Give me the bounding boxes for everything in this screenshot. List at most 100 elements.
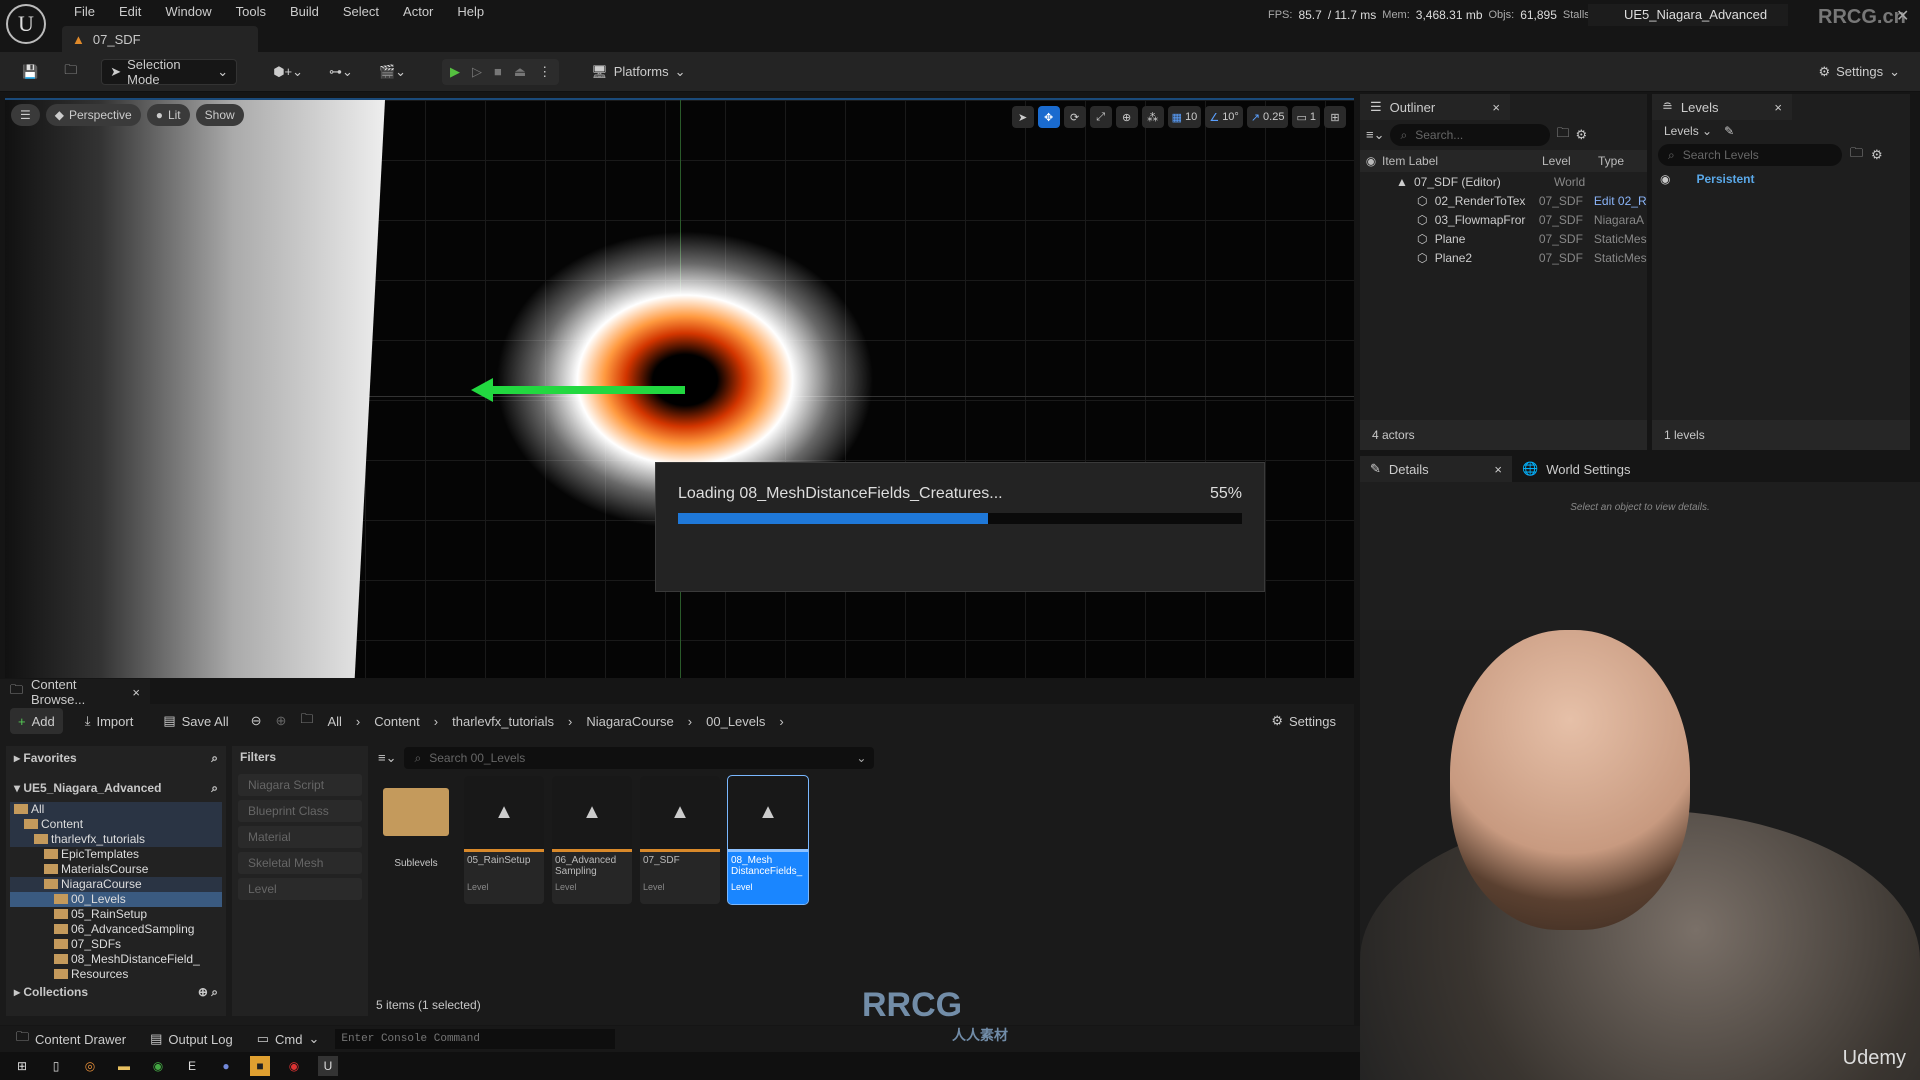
cinematics-button[interactable]: 🎬⌄ [371,59,414,85]
menu-edit[interactable]: Edit [107,2,153,22]
folder-tree-item[interactable]: 07_SDFs [10,937,222,952]
outliner-search-input[interactable]: ⌕ Search... [1390,124,1551,146]
viewport-menu-icon[interactable]: ☰ [11,104,40,126]
forward-icon[interactable]: ⊕ [276,713,287,729]
project-header[interactable]: ▾ UE5_Niagara_Advanced ⌕ [6,776,226,800]
close-icon[interactable]: × [1494,462,1502,477]
sticky-notes-icon[interactable]: ■ [250,1056,270,1076]
menu-tools[interactable]: Tools [224,2,278,22]
breadcrumb-00-levels[interactable]: 00_Levels [706,714,765,729]
rotation-snap-button[interactable]: ∠ 10° [1205,106,1243,128]
folder-tree-item[interactable]: All [10,802,222,817]
rotate-icon[interactable]: ⟳ [1063,106,1086,128]
menu-window[interactable]: Window [153,2,223,22]
select-icon[interactable]: ➤ [1011,106,1034,128]
step-icon[interactable]: ▷ [472,64,482,80]
outliner-row[interactable]: ▲ 07_SDF (Editor) World [1360,172,1647,191]
folder-tree-item[interactable]: Resources [10,967,222,980]
platforms-button[interactable]: 🖥 Platforms ⌄ [583,59,693,85]
close-icon[interactable]: × [132,685,140,700]
browse-icon[interactable]: 🗀 [56,59,85,85]
breadcrumb-content[interactable]: Content [374,714,420,729]
filter-icon[interactable]: ≡⌄ [1366,127,1384,143]
menu-select[interactable]: Select [331,2,391,22]
show-button[interactable]: Show [195,104,244,126]
task-view-icon[interactable]: ▯ [46,1056,66,1076]
close-icon[interactable]: × [1492,100,1500,115]
file-explorer-icon[interactable]: ▬ [114,1056,134,1076]
tab-world-settings[interactable]: 🌐 World Settings [1512,456,1641,482]
folder-tree-item[interactable]: 06_AdvancedSampling [10,922,222,937]
add-collection-icon[interactable]: ⊕ [198,985,208,999]
collections-header[interactable]: ▸ Collections ⊕ ⌕ [6,980,226,1004]
content-drawer-button[interactable]: 🗀 Content Drawer [8,1026,134,1052]
settings-button[interactable]: ⚙ Settings ⌄ [1810,59,1908,85]
chrome-icon[interactable]: ◉ [148,1056,168,1076]
console-input[interactable] [335,1029,616,1049]
camera-speed-button[interactable]: ▭ 1 [1292,106,1320,128]
more-icon[interactable]: ⋮ [538,64,551,80]
windows-start-icon[interactable]: ⊞ [12,1056,32,1076]
gear-icon[interactable]: ⚙ [1576,127,1588,143]
asset-tile[interactable]: ▲ 08_Mesh DistanceFields_ Level [727,775,809,905]
breadcrumb-all[interactable]: All [327,714,341,729]
output-log-button[interactable]: ▤ Output Log [142,1026,241,1052]
folder-tree-item[interactable]: 00_Levels [10,892,222,907]
epic-games-icon[interactable]: E [182,1056,202,1076]
add-folder-icon[interactable]: 🗀 [1556,124,1569,146]
filter-icon[interactable]: ≡⌄ [378,750,396,766]
lit-button[interactable]: ● Lit [146,104,190,126]
close-window-icon[interactable]: ✕ [1896,6,1909,26]
cmd-dropdown[interactable]: ▭ Cmd ⌄ [249,1026,328,1052]
menu-file[interactable]: File [62,2,107,22]
favorites-header[interactable]: ▸ Favorites ⌕ [6,746,226,770]
back-icon[interactable]: ⊖ [251,713,262,729]
folder-tree-item[interactable]: 05_RainSetup [10,907,222,922]
asset-search-input[interactable]: ⌕ Search 00_Levels ⌄ [404,747,875,769]
asset-folder[interactable]: Sublevels [376,776,456,904]
import-button[interactable]: ⤓ Import [77,708,142,734]
discord-icon[interactable]: ● [216,1056,236,1076]
level-row-persistent[interactable]: ◉ Persistent [1652,168,1910,190]
filter-chip[interactable]: Blueprint Class [238,800,362,822]
unreal-logo-icon[interactable]: U [6,4,46,44]
layout-icon[interactable]: ⊞ [1324,106,1346,128]
save-icon[interactable]: 💾 [14,59,46,85]
folder-tree-item[interactable]: EpicTemplates [10,847,222,862]
filter-chip[interactable]: Level [238,878,362,900]
column-item-label[interactable]: Item Label [1382,154,1542,168]
folder-tree-item[interactable]: MaterialsCourse [10,862,222,877]
stop-icon[interactable]: ■ [494,64,502,79]
breadcrumb-niagaracourse[interactable]: NiagaraCourse [586,714,673,729]
recorder-icon[interactable]: ◉ [284,1056,304,1076]
perspective-button[interactable]: ◆ Perspective [45,104,141,126]
filter-chip[interactable]: Skeletal Mesh [238,852,362,874]
tab-details[interactable]: ✎ Details × [1360,456,1512,482]
eject-icon[interactable]: ⏏ [514,64,526,80]
menu-help[interactable]: Help [445,2,496,22]
world-icon[interactable]: ⊕ [1115,106,1138,128]
translate-icon[interactable]: ✥ [1037,106,1060,128]
filter-chip[interactable]: Niagara Script [238,774,362,796]
visibility-icon[interactable]: ◉ [1660,172,1670,186]
asset-tile[interactable]: ▲ 05_RainSetup Level [464,776,544,904]
scale-snap-button[interactable]: ↗ 0.25 [1246,106,1289,128]
unreal-taskbar-icon[interactable]: U [318,1056,338,1076]
surface-snap-icon[interactable]: ⁂ [1141,106,1164,128]
tab-levels[interactable]: ≘ Levels × [1652,94,1792,120]
app-icon[interactable]: ◎ [80,1056,100,1076]
scale-icon[interactable]: ⤢ [1089,106,1112,128]
filter-chip[interactable]: Material [238,826,362,848]
column-type[interactable]: Type [1598,154,1624,168]
asset-tile[interactable]: ▲ 07_SDF Level [640,776,720,904]
add-button[interactable]: + Add [10,708,63,734]
cb-settings-button[interactable]: ⚙ Settings [1263,708,1344,734]
gear-icon[interactable]: ⚙ [1871,147,1883,163]
breadcrumb-tharlevfx[interactable]: tharlevfx_tutorials [452,714,554,729]
add-folder-icon[interactable]: 🗀 [1850,144,1863,166]
tab-content-browser[interactable]: 🗀 Content Browse... × [0,677,150,707]
search-icon[interactable]: ⌕ [211,985,218,1000]
asset-tile[interactable]: ▲ 06_Advanced Sampling Level [552,776,632,904]
level-tab[interactable]: ▲ 07_SDF [62,26,258,52]
outliner-row[interactable]: ⬡ Plane 07_SDF StaticMes [1360,229,1647,248]
